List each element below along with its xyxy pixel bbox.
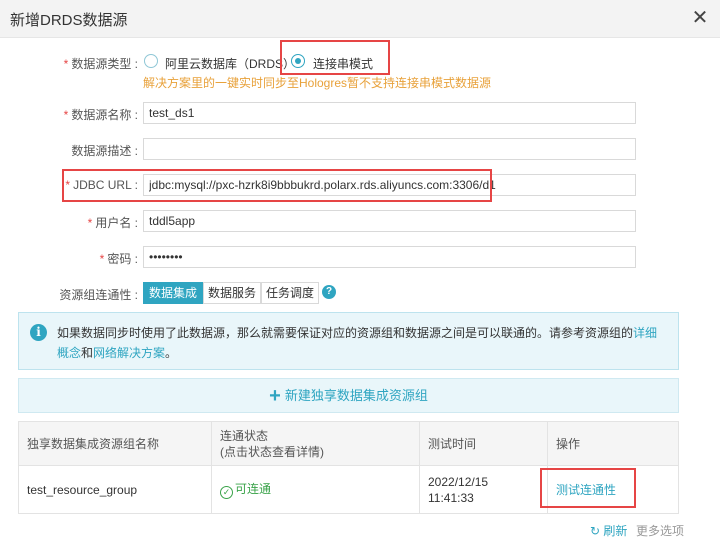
test-time: 2022/12/15 11:41:33 [419,465,548,514]
info-icon: i [30,324,47,341]
col-action-header: 操作 [547,421,679,466]
status-text[interactable]: 可连通 [235,482,271,496]
close-icon[interactable]: ✕ [690,5,710,31]
type-label: * 数据源类型 : [63,57,138,71]
tab-data-integration[interactable]: 数据集成 [143,282,203,304]
action-cell: 测试连通性 [547,465,679,514]
dialog-title: 新增DRDS数据源 [10,12,128,29]
col-status-header: 连通状态 (点击状态查看详情) [211,421,420,466]
radio-connection-string-label[interactable]: 连接串模式 [313,55,373,72]
radio-drds-label[interactable]: 阿里云数据库（DRDS） [165,55,295,72]
password-input[interactable] [143,246,636,268]
tab-data-service[interactable]: 数据服务 [203,282,261,304]
resource-group-table: 独享数据集成资源组名称 连通状态 (点击状态查看详情) 测试时间 操作 test_… [18,421,679,514]
plus-icon: + [269,385,281,407]
radio-drds[interactable] [144,54,158,68]
refresh-button[interactable]: ↻ 刷新 [590,522,627,539]
jdbc-url-input[interactable] [143,174,636,196]
table-row: test_resource_group ✓ 可连通 2022/12/15 11:41… [18,465,679,514]
test-connectivity-link[interactable]: 测试连通性 [556,483,616,497]
name-input[interactable] [143,102,636,124]
col-time-header: 测试时间 [419,421,548,466]
jdbc-label: * JDBC URL : [65,178,138,192]
refresh-icon: ↻ [590,524,604,538]
type-hint: 解决方案里的一键实时同步至Hologres暂不支持连接串模式数据源 [143,76,492,90]
help-icon[interactable]: ? [322,285,336,299]
table-header-row: 独享数据集成资源组名称 连通状态 (点击状态查看详情) 测试时间 操作 [18,421,679,466]
tab-task-scheduling[interactable]: 任务调度 [261,282,319,304]
username-input[interactable] [143,210,636,232]
dialog-titlebar: 新增DRDS数据源 ✕ [0,0,720,38]
check-circle-icon: ✓ [220,485,233,499]
col-name-header: 独享数据集成资源组名称 [18,421,212,466]
user-label: * 用户名 : [87,216,138,230]
radio-connection-string[interactable] [291,54,305,68]
name-label: * 数据源名称 : [63,108,138,122]
pwd-label: * 密码 : [99,252,138,266]
desc-input[interactable] [143,138,636,160]
conn-label: 资源组连通性 : [59,288,138,302]
info-alert: i 如果数据同步时使用了此数据源，那么就需要保证对应的资源组和数据源之间是可以联… [18,312,679,370]
more-options-button[interactable]: 更多选项 [636,522,684,539]
new-resource-group-button[interactable]: + 新建独享数据集成资源组 [18,378,679,413]
info-text: 如果数据同步时使用了此数据源，那么就需要保证对应的资源组和数据源之间是可以联通的… [57,326,658,360]
desc-label: 数据源描述 : [71,144,138,158]
link-network-solution[interactable]: 网络解决方案 [93,346,165,360]
status-cell[interactable]: ✓ 可连通 [211,465,420,514]
resource-group-name: test_resource_group [18,465,212,514]
